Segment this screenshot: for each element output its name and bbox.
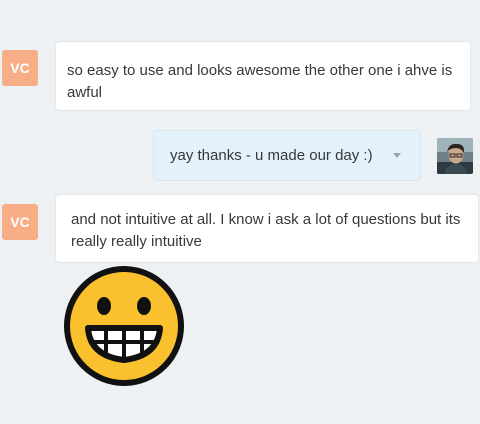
user-avatar xyxy=(437,138,473,174)
vc-avatar: VC xyxy=(2,50,38,86)
chevron-down-icon[interactable] xyxy=(392,153,401,158)
message-bubble-outgoing[interactable]: yay thanks - u made our day :) xyxy=(153,130,421,181)
message-text: and not intuitive at all. I know i ask a… xyxy=(71,211,461,250)
message-text: so easy to use and looks awesome the oth… xyxy=(67,62,453,101)
vc-avatar: VC xyxy=(2,204,38,240)
grinning-face-emoji xyxy=(62,264,186,388)
message-text: yay thanks - u made our day :) xyxy=(170,147,373,164)
message-bubble-incoming: so easy to use and looks awesome the oth… xyxy=(55,41,471,111)
message-bubble-incoming: and not intuitive at all. I know i ask a… xyxy=(55,194,479,263)
